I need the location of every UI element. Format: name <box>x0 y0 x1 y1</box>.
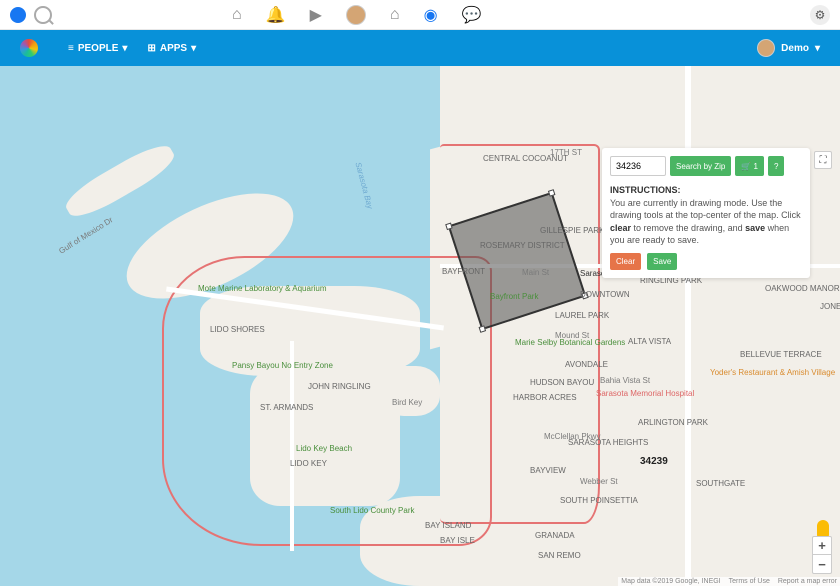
instructions-title: INSTRUCTIONS: <box>610 185 681 195</box>
fullscreen-button[interactable]: ⛶ <box>814 151 832 169</box>
district-label: AVONDALE <box>565 360 608 369</box>
polygon-handle[interactable] <box>445 223 453 231</box>
district-label: GRANADA <box>535 531 575 540</box>
user-avatar <box>757 39 775 57</box>
instructions-text: You are currently in drawing mode. Use t… <box>610 198 801 246</box>
district-label: ARLINGTON PARK <box>638 418 708 427</box>
zoom-control: + − <box>812 536 832 574</box>
district-label: BELLEVUE TERRACE <box>740 350 822 359</box>
map-canvas[interactable]: Gulf of Mexico Dr Sarasota Bay LIDO SHOR… <box>0 66 840 586</box>
help-button[interactable]: ? <box>768 156 784 176</box>
district-label: ST. ARMANDS <box>260 403 313 412</box>
district-label: LAUREL PARK <box>555 311 609 320</box>
groups-icon[interactable]: ◉ <box>424 5 438 25</box>
district-label: LIDO SHORES <box>210 325 265 334</box>
district-label: OAKWOOD MANOR <box>765 284 840 293</box>
nav-people[interactable]: ≡PEOPLE▾ <box>68 43 127 54</box>
poi-label: Pansy Bayou No Entry Zone <box>232 361 292 370</box>
district-label: BAY ISLAND <box>425 521 471 530</box>
search-icon[interactable] <box>34 6 52 24</box>
control-panel: Search by Zip 🛒 1 ? INSTRUCTIONS: You ar… <box>602 148 810 278</box>
district-label: ALTA VISTA <box>628 337 671 346</box>
road-label: Main St <box>522 268 549 277</box>
nav-apps[interactable]: ⊞APPS▾ <box>147 43 196 54</box>
poi-label: Sarasota Memorial Hospital <box>596 389 656 398</box>
district-label: ROSEMARY DISTRICT <box>480 241 565 250</box>
messenger-icon[interactable]: 💬 <box>462 5 482 25</box>
road-label: Mound St <box>555 331 589 340</box>
store-icon[interactable]: ⌂ <box>390 6 400 24</box>
district-label: JOHN RINGLING <box>308 382 371 391</box>
district-label: BAYFRONT <box>442 267 485 276</box>
water-label: Sarasota Bay <box>353 161 374 210</box>
cart-button[interactable]: 🛒 1 <box>735 156 764 176</box>
road-label: Gulf of Mexico Dr <box>57 215 114 255</box>
zoom-out-button[interactable]: − <box>813 555 831 573</box>
map-footer: Map data ©2019 Google, INEGI Terms of Us… <box>618 577 840 586</box>
bell-icon[interactable]: 🔔 <box>266 5 286 25</box>
app-logo[interactable] <box>20 39 38 57</box>
poi-label: Lido Key Beach <box>296 444 352 453</box>
road-label: 17TH ST <box>550 148 582 157</box>
district-label: BAYVIEW <box>530 466 566 475</box>
terms-link[interactable]: Terms of Use <box>729 578 770 585</box>
road-label: Webber St <box>580 477 618 486</box>
poi-label: Bayfront Park <box>490 292 538 301</box>
play-icon[interactable]: ▶ <box>310 5 322 25</box>
browser-dot <box>10 7 26 23</box>
report-link[interactable]: Report a map error <box>778 578 837 585</box>
road-label: Bahia Vista St <box>600 376 650 385</box>
district-label: SOUTH POINSETTIA <box>560 496 638 505</box>
zoom-in-button[interactable]: + <box>813 537 831 555</box>
poi-label: Yoder's Restaurant & Amish Village <box>710 368 790 377</box>
district-label: SAN REMO <box>538 551 581 560</box>
district-label: LIDO KEY <box>290 459 327 468</box>
user-menu[interactable]: Demo▾ <box>757 39 820 57</box>
poi-label: South Lido County Park <box>330 506 380 515</box>
poi-label: Mote Marine Laboratory & Aquarium <box>198 284 268 293</box>
zip-label: 34239 <box>640 456 668 467</box>
home-icon[interactable]: ⌂ <box>232 6 242 24</box>
district-label: Bird Key <box>392 398 422 407</box>
gear-icon[interactable]: ⚙ <box>810 5 830 25</box>
district-label: BAY ISLE <box>440 536 475 545</box>
district-label: JONES <box>820 302 840 311</box>
district-label: HUDSON BAYOU <box>530 378 594 387</box>
district-label: SOUTHGATE <box>696 479 745 488</box>
district-label: DOWNTOWN <box>580 290 630 299</box>
search-zip-button[interactable]: Search by Zip <box>670 156 731 176</box>
road-us41 <box>685 66 691 586</box>
district-label: GILLESPIE PARK <box>540 226 604 235</box>
clear-button[interactable]: Clear <box>610 253 641 270</box>
road-label: McClellan Pkwy <box>544 432 600 441</box>
save-button[interactable]: Save <box>647 253 677 270</box>
district-label: HARBOR ACRES <box>513 393 577 402</box>
zip-input[interactable] <box>610 156 666 176</box>
avatar[interactable] <box>346 5 366 25</box>
